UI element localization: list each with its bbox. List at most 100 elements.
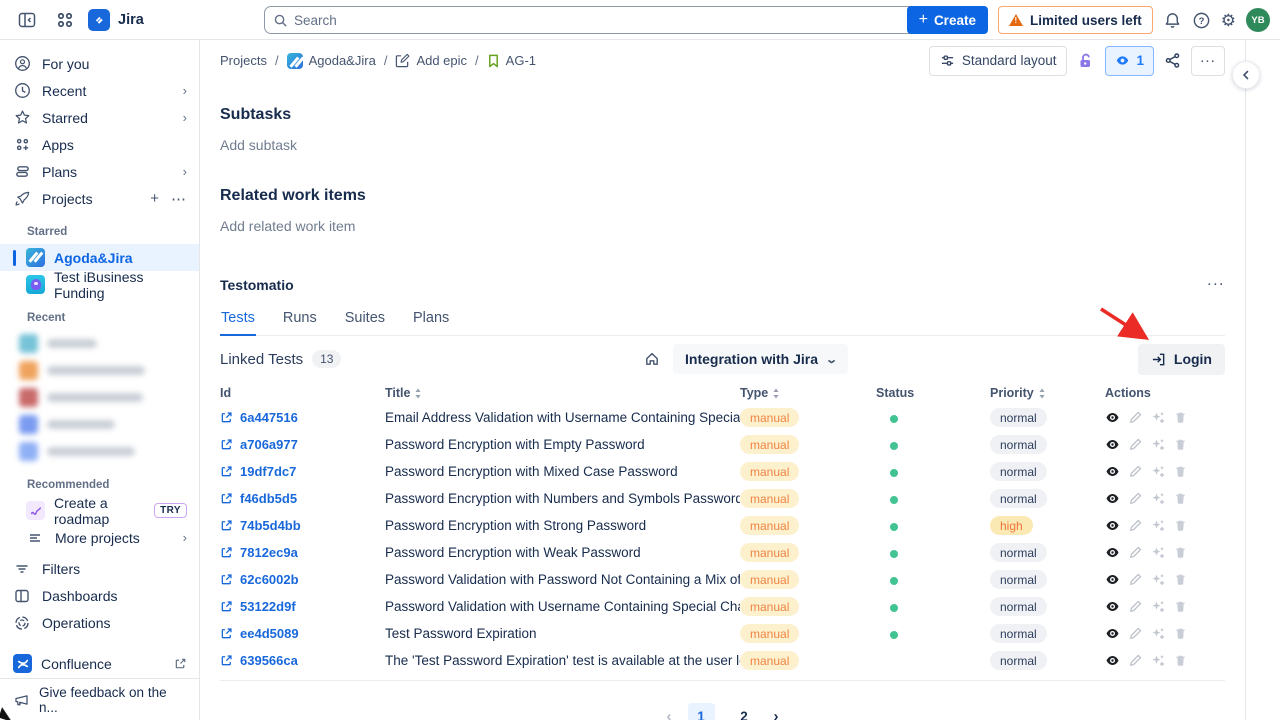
page-number-button[interactable]: 1 <box>688 703 715 720</box>
sidebar-item-dashboards[interactable]: Dashboards <box>0 582 199 609</box>
test-id-link[interactable]: 62c6002b <box>220 572 385 587</box>
delete-test-icon[interactable] <box>1174 438 1187 451</box>
sidebar-project-ibusiness[interactable]: Test iBusiness Funding <box>0 271 199 298</box>
delete-test-icon[interactable] <box>1174 492 1187 505</box>
recent-item-blurred[interactable] <box>0 330 199 357</box>
feedback-button[interactable]: Give feedback on the n... <box>0 678 199 720</box>
sidebar-collapse-button[interactable] <box>12 5 42 35</box>
watchers-button[interactable]: 1 <box>1105 46 1154 76</box>
notifications-button[interactable] <box>1163 11 1182 30</box>
sidebar-item-starred[interactable]: Starred › <box>0 104 199 131</box>
breadcrumb-project[interactable]: Agoda&Jira <box>287 53 376 69</box>
breadcrumb-projects[interactable]: Projects <box>220 53 267 68</box>
view-test-icon[interactable] <box>1105 599 1120 614</box>
delete-test-icon[interactable] <box>1174 627 1187 640</box>
recent-item-blurred[interactable] <box>0 411 199 438</box>
sidebar-item-recent[interactable]: Recent › <box>0 77 199 104</box>
user-avatar[interactable]: YB <box>1246 8 1270 32</box>
column-header[interactable]: Priority <box>990 386 1105 400</box>
recent-item-blurred[interactable] <box>0 438 199 465</box>
sidebar-item-plans[interactable]: Plans › <box>0 158 199 185</box>
view-test-icon[interactable] <box>1105 545 1120 560</box>
edit-test-icon[interactable] <box>1129 465 1142 478</box>
delete-test-icon[interactable] <box>1174 654 1187 667</box>
login-button[interactable]: Login <box>1138 344 1225 375</box>
add-project-icon[interactable]: + <box>150 190 159 208</box>
edit-test-icon[interactable] <box>1129 519 1142 532</box>
jira-home-link[interactable]: Jira <box>88 9 144 31</box>
view-test-icon[interactable] <box>1105 464 1120 479</box>
next-page-button[interactable]: › <box>774 708 779 720</box>
unlocked-icon[interactable] <box>1077 52 1095 70</box>
help-button[interactable]: ? <box>1192 11 1211 30</box>
view-test-icon[interactable] <box>1105 572 1120 587</box>
sidebar-item-more-projects[interactable]: More projects › <box>0 524 199 551</box>
limited-users-button[interactable]: Limited users left <box>998 6 1153 34</box>
view-test-icon[interactable] <box>1105 491 1120 506</box>
column-header[interactable]: Type <box>740 386 876 400</box>
delete-test-icon[interactable] <box>1174 573 1187 586</box>
column-header[interactable]: Actions <box>1105 386 1225 400</box>
test-title[interactable]: Password Encryption with Strong Password <box>385 518 740 533</box>
breadcrumb-issue[interactable]: AG-1 <box>487 53 536 68</box>
sidebar-item-for-you[interactable]: For you <box>0 50 199 77</box>
view-test-icon[interactable] <box>1105 518 1120 533</box>
testomatio-more-button[interactable]: ... <box>1207 272 1225 298</box>
edit-test-icon[interactable] <box>1129 654 1142 667</box>
test-title[interactable]: Email Address Validation with Username C… <box>385 410 740 425</box>
column-header[interactable]: Title <box>385 386 740 400</box>
view-test-icon[interactable] <box>1105 437 1120 452</box>
sidebar-item-filters[interactable]: Filters <box>0 555 199 582</box>
test-id-link[interactable]: f46db5d5 <box>220 491 385 506</box>
view-test-icon[interactable] <box>1105 653 1120 668</box>
recent-item-blurred[interactable] <box>0 357 199 384</box>
ai-sparkles-icon[interactable] <box>1151 546 1165 560</box>
project-dropdown[interactable]: Integration with Jira ⌄ <box>673 344 848 374</box>
test-title[interactable]: Password Validation with Username Contai… <box>385 599 740 614</box>
view-test-icon[interactable] <box>1105 626 1120 641</box>
test-id-link[interactable]: 19df7dc7 <box>220 464 385 479</box>
test-id-link[interactable]: 7812ec9a <box>220 545 385 560</box>
sidebar-item-create-roadmap[interactable]: Create a roadmap TRY <box>0 497 199 524</box>
ai-sparkles-icon[interactable] <box>1151 492 1165 506</box>
testomatio-tab[interactable]: Suites <box>344 308 386 336</box>
ai-sparkles-icon[interactable] <box>1151 519 1165 533</box>
collapse-panel-button[interactable] <box>1232 61 1260 89</box>
ai-sparkles-icon[interactable] <box>1151 654 1165 668</box>
add-related-work-button[interactable]: Add related work item <box>220 218 1225 234</box>
delete-test-icon[interactable] <box>1174 600 1187 613</box>
column-header[interactable]: Id <box>220 386 385 400</box>
test-id-link[interactable]: a706a977 <box>220 437 385 452</box>
test-title[interactable]: Password Encryption with Empty Password <box>385 437 740 452</box>
test-title[interactable]: Password Validation with Password Not Co… <box>385 572 740 587</box>
edit-test-icon[interactable] <box>1129 546 1142 559</box>
ai-sparkles-icon[interactable] <box>1151 627 1165 641</box>
app-switcher-button[interactable] <box>56 11 74 29</box>
prev-page-button[interactable]: ‹ <box>667 708 672 720</box>
settings-button[interactable]: ⚙ <box>1221 12 1236 29</box>
sidebar-item-operations[interactable]: Operations <box>0 609 199 636</box>
view-test-icon[interactable] <box>1105 410 1120 425</box>
test-id-link[interactable]: 53122d9f <box>220 599 385 614</box>
test-title[interactable]: Test Password Expiration <box>385 626 740 641</box>
recent-item-blurred[interactable] <box>0 384 199 411</box>
share-button[interactable] <box>1164 52 1181 69</box>
delete-test-icon[interactable] <box>1174 519 1187 532</box>
ai-sparkles-icon[interactable] <box>1151 573 1165 587</box>
breadcrumb-add-epic[interactable]: Add epic <box>395 53 467 68</box>
sidebar-item-confluence[interactable]: Confluence <box>0 650 199 677</box>
standard-layout-button[interactable]: Standard layout <box>929 46 1068 76</box>
edit-test-icon[interactable] <box>1129 627 1142 640</box>
home-icon[interactable] <box>644 351 660 367</box>
search-input[interactable] <box>294 13 911 28</box>
delete-test-icon[interactable] <box>1174 465 1187 478</box>
ai-sparkles-icon[interactable] <box>1151 411 1165 425</box>
ai-sparkles-icon[interactable] <box>1151 600 1165 614</box>
test-title[interactable]: The 'Test Password Expiration' test is a… <box>385 653 740 668</box>
add-subtask-button[interactable]: Add subtask <box>220 137 1225 153</box>
test-id-link[interactable]: 74b5d4bb <box>220 518 385 533</box>
ai-sparkles-icon[interactable] <box>1151 438 1165 452</box>
test-title[interactable]: Password Encryption with Numbers and Sym… <box>385 491 740 506</box>
delete-test-icon[interactable] <box>1174 546 1187 559</box>
edit-test-icon[interactable] <box>1129 573 1142 586</box>
